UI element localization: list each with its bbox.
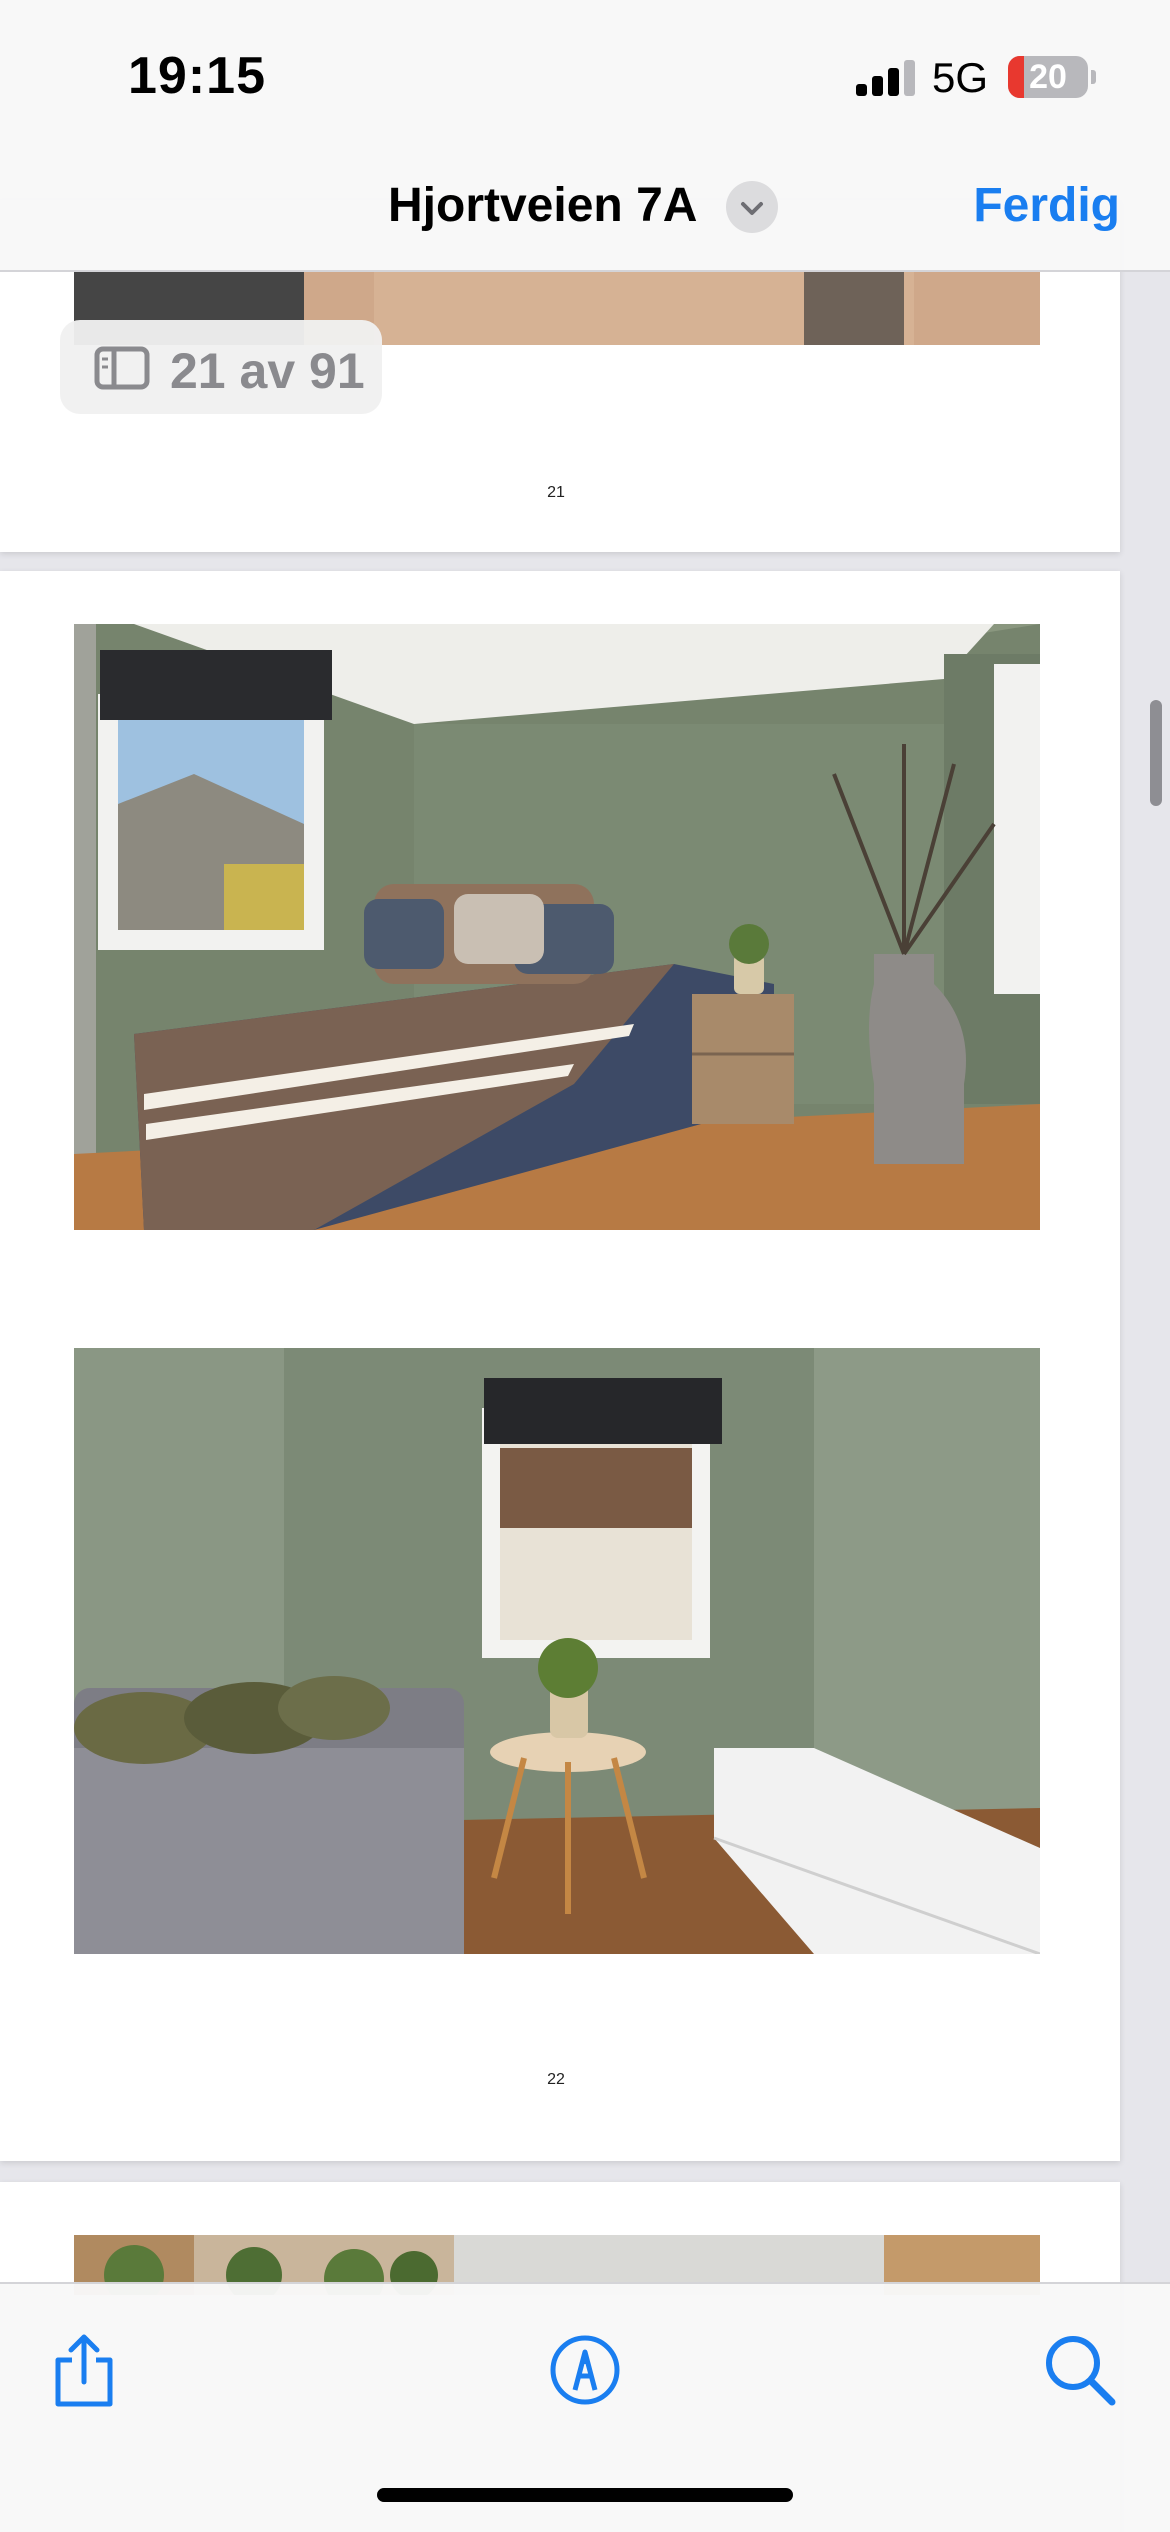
home-indicator[interactable]	[377, 2488, 793, 2502]
battery-icon: 20	[1008, 56, 1088, 98]
network-type: 5G	[932, 54, 989, 101]
search-icon	[1046, 2336, 1116, 2406]
share-button[interactable]	[44, 2330, 124, 2410]
markup-button[interactable]	[545, 2330, 625, 2410]
page-number: 21	[547, 484, 565, 501]
chevron-down-icon	[741, 202, 763, 215]
pdf-page-22: 22	[0, 571, 1120, 2161]
done-button[interactable]: Ferdig	[973, 178, 1120, 233]
sidebar-icon	[94, 346, 150, 390]
status-time: 19:15	[128, 47, 266, 105]
battery-tip	[1091, 70, 1096, 84]
living-room-photo	[74, 1348, 1040, 1954]
bedroom-photo	[74, 624, 1040, 1230]
markup-pen-icon	[550, 2335, 620, 2405]
battery-level: 20	[1029, 58, 1067, 96]
page-indicator[interactable]: 21 av 91	[60, 320, 382, 414]
document-title[interactable]: Hjortveien 7A	[388, 178, 697, 233]
page-indicator-label: 21 av 91	[170, 343, 365, 399]
share-icon	[55, 2334, 113, 2407]
top-bar: 19:15 5G 20 Hjortveien 7A Ferdig	[0, 0, 1170, 272]
search-button[interactable]	[1040, 2330, 1120, 2410]
cellular-signal-icon	[856, 60, 916, 96]
title-menu-button[interactable]	[726, 181, 778, 233]
scrollbar-thumb[interactable]	[1150, 700, 1162, 806]
page-number: 22	[547, 2071, 565, 2088]
